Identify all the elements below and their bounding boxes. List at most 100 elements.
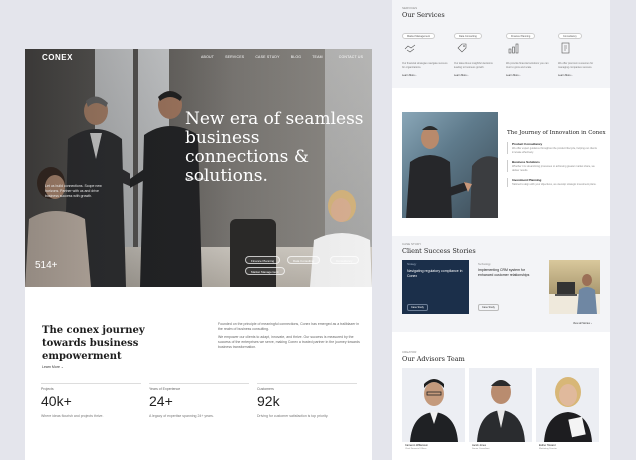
learn-more-link[interactable]: Learn More ⌄ bbox=[42, 365, 64, 369]
journey-paragraphs: Founded on the principle of meaningful c… bbox=[218, 322, 363, 353]
sections-preview: SERVICES Our Services Market Management … bbox=[392, 0, 610, 460]
service-text: Our data drives insightful decisions lea… bbox=[454, 62, 493, 69]
stat-label: Customers bbox=[257, 387, 274, 391]
stat-value: 92k bbox=[257, 393, 280, 409]
advisor-portrait bbox=[477, 380, 525, 442]
view-all-stories-link[interactable]: View all Stories › bbox=[573, 322, 592, 325]
landing-page-preview: CONEX ABOUT SERVICES CASE STUDY BLOG TEA… bbox=[25, 49, 372, 460]
arrow-right-icon: › bbox=[590, 322, 592, 325]
case-study-button[interactable]: Case Study bbox=[478, 304, 499, 311]
innovation-item: Investment Planning Tailored to align wi… bbox=[507, 178, 602, 187]
service-pill: Consultancy bbox=[558, 32, 582, 39]
innovation-item-body: We offer expert guidance throughout the … bbox=[512, 147, 597, 154]
top-nav: CONEX ABOUT SERVICES CASE STUDY BLOG TEA… bbox=[25, 49, 372, 69]
service-learn-more[interactable]: Learn More › bbox=[402, 74, 416, 77]
case-study-card-crm[interactable]: Technology Implementing CRM system for e… bbox=[478, 260, 540, 314]
advisor-role: Chief Financial Officer bbox=[405, 448, 427, 450]
service-learn-more[interactable]: Learn More › bbox=[506, 74, 520, 77]
handshake-icon bbox=[404, 44, 416, 53]
service-text: We provide financial solutions you can t… bbox=[506, 62, 549, 69]
service-learn-more-label: Learn More bbox=[402, 74, 415, 77]
learn-more-label: Learn More bbox=[42, 365, 60, 369]
advisor-photo bbox=[402, 368, 465, 442]
stat-experience: Years of Experience 24+ A legacy of expe… bbox=[149, 383, 249, 418]
services-title: Our Services bbox=[402, 11, 445, 19]
service-card-data-consulting[interactable]: Data Consulting Our data drives insightf… bbox=[454, 24, 504, 80]
service-card-finance-planning[interactable]: Finance Planning We provide financial so… bbox=[506, 24, 556, 80]
chip-market-management[interactable]: Market Management bbox=[245, 267, 285, 275]
arrow-right-icon: › bbox=[415, 74, 417, 77]
case-study-button[interactable]: Case Study bbox=[407, 304, 428, 311]
laptop-meeting-illustration bbox=[549, 274, 600, 314]
service-learn-more-label: Learn More bbox=[454, 74, 467, 77]
success-title: Client Success Stories bbox=[402, 247, 476, 255]
case-category: Technology bbox=[478, 263, 491, 266]
nav-item-case-study[interactable]: CASE STUDY bbox=[255, 55, 279, 59]
service-text: We offer premium resources for managing … bbox=[558, 62, 594, 69]
advisors-title: Our Advisors Team bbox=[402, 355, 465, 363]
success-eyebrow: CASE STUDY bbox=[402, 242, 422, 246]
handshake-illustration bbox=[406, 126, 498, 218]
get-in-touch-link[interactable]: Get in Touch › bbox=[185, 177, 207, 181]
nav-item-services[interactable]: SERVICES bbox=[225, 55, 244, 59]
case-category: Strategy bbox=[407, 263, 417, 266]
advisor-role: Senior Consultant bbox=[472, 448, 490, 450]
service-card-market-management[interactable]: Market Management Our financial strategi… bbox=[402, 24, 452, 80]
view-all-stories-label: View all Stories bbox=[573, 322, 591, 325]
advisor-card[interactable]: Cameron Williamson Chief Financial Offic… bbox=[402, 368, 465, 460]
innovation-item-body: Tailored to align with your objectives, … bbox=[512, 183, 597, 186]
stats-row: Projects 40k+ Where ideas flourish and p… bbox=[41, 383, 357, 423]
service-learn-more[interactable]: Learn More › bbox=[558, 74, 572, 77]
tag-icon bbox=[457, 43, 467, 53]
service-learn-more[interactable]: Learn More › bbox=[454, 74, 468, 77]
case-study-photo[interactable] bbox=[549, 260, 600, 314]
service-pill: Market Management bbox=[402, 32, 435, 39]
innovation-item-title: Product Consultancy bbox=[512, 142, 543, 146]
journey-paragraph-2: We empower our clients to adapt, innovat… bbox=[218, 335, 360, 349]
stat-label: Years of Experience bbox=[149, 387, 181, 391]
nav-item-about[interactable]: ABOUT bbox=[201, 55, 214, 59]
advisor-role: Marketing Director bbox=[539, 448, 557, 450]
advisors-section: CREATOR Our Advisors Team Cameron Willia… bbox=[392, 342, 610, 460]
innovation-item-title: Investment Planning bbox=[512, 178, 542, 182]
stat-value: 24+ bbox=[149, 393, 173, 409]
stat-label: Projects bbox=[41, 387, 54, 391]
service-pill: Finance Planning bbox=[506, 32, 536, 39]
chip-finance-planning[interactable]: Finance Planning bbox=[245, 256, 281, 264]
case-study-card-compliance[interactable]: Strategy Navigating regulatory complianc… bbox=[402, 260, 469, 314]
advisor-photo bbox=[469, 368, 532, 442]
journey-paragraph-1: Founded on the principle of meaningful c… bbox=[218, 322, 360, 331]
services-header: SERVICES Our Services bbox=[402, 6, 445, 19]
hero-headline: New era of seamless business connections… bbox=[185, 109, 364, 186]
success-stories-section: CASE STUDY Client Success Stories Strate… bbox=[392, 236, 610, 332]
handshake-photo bbox=[402, 112, 498, 218]
advisor-card[interactable]: Jacob Jones Senior Consultant bbox=[469, 368, 532, 460]
chevron-down-icon: ⌄ bbox=[60, 365, 64, 369]
advisor-name: Jacob Jones bbox=[472, 444, 487, 447]
journey-heading: The conex journey towards business empow… bbox=[42, 325, 145, 362]
success-header: CASE STUDY Client Success Stories bbox=[402, 242, 476, 255]
service-card-consultancy[interactable]: Consultancy We offer premium resources f… bbox=[558, 24, 608, 80]
advisor-portrait bbox=[410, 379, 458, 442]
service-pill: Data Consulting bbox=[454, 32, 482, 39]
innovation-title: The Journey of Innovation in Conex bbox=[507, 130, 606, 136]
brand-logo[interactable]: CONEX bbox=[42, 53, 73, 62]
services-grid: Market Management Our financial strategi… bbox=[402, 24, 602, 80]
stat-customers: Customers 92k Driving for customer satis… bbox=[257, 383, 357, 418]
hero-stat: 514+ bbox=[35, 260, 58, 271]
bar-chart-icon bbox=[508, 43, 519, 54]
innovation-item: Product Consultancy We offer expert guid… bbox=[507, 142, 602, 154]
nav-item-blog[interactable]: BLOG bbox=[291, 55, 302, 59]
chip-data-consulting[interactable]: Data Consulting bbox=[287, 256, 321, 264]
nav-item-contact[interactable]: CONTACT US bbox=[339, 55, 363, 59]
stat-desc: A legacy of expertise spanning 24+ years… bbox=[149, 414, 214, 418]
advisor-card[interactable]: Esther Howard Marketing Director bbox=[536, 368, 599, 460]
stat-desc: Driving for customer satisfaction is top… bbox=[257, 414, 329, 418]
nav-item-team[interactable]: TEAM bbox=[312, 55, 323, 59]
case-title: Implementing CRM system for enhanced cus… bbox=[478, 268, 530, 277]
chip-consultancy[interactable]: Consultancy bbox=[330, 256, 359, 264]
innovation-item: Business Solutions Whether it is streaml… bbox=[507, 160, 602, 172]
advisor-portrait bbox=[544, 377, 592, 442]
arrow-right-icon: › bbox=[467, 74, 469, 77]
document-icon bbox=[561, 42, 570, 54]
